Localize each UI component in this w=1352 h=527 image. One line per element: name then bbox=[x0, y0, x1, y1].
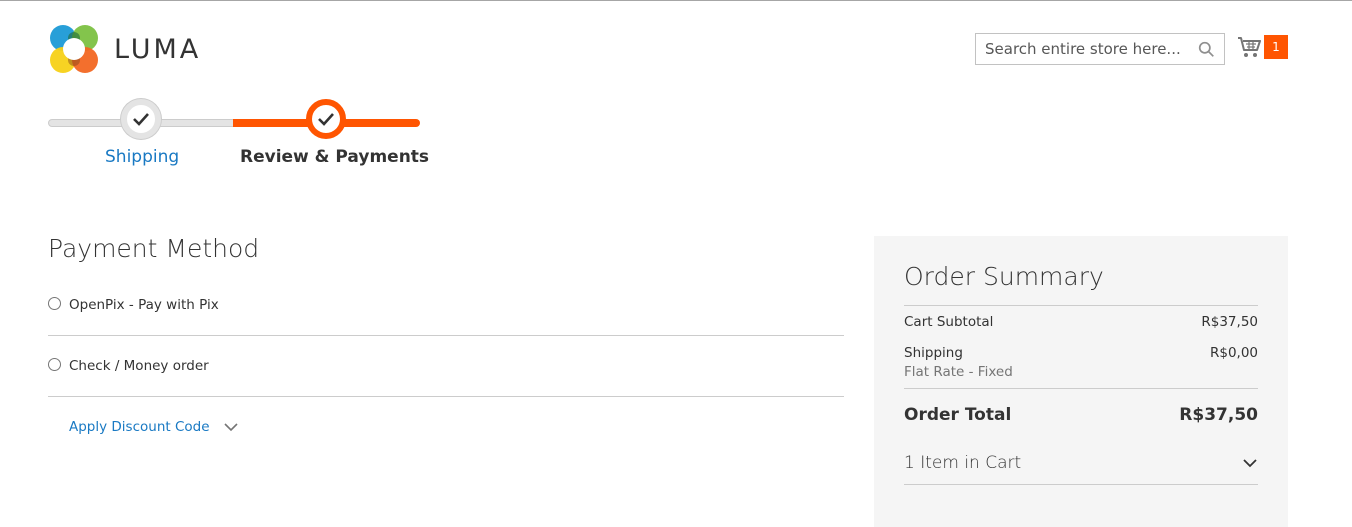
checkmark-icon bbox=[318, 113, 334, 126]
items-in-cart-toggle[interactable]: 1 Item in Cart bbox=[904, 453, 1258, 485]
shipping-value: R$0,00 bbox=[1209, 345, 1258, 361]
step-review-label: Review & Payments bbox=[240, 147, 430, 167]
shipping-method-note: Flat Rate - Fixed bbox=[904, 364, 1013, 380]
chevron-down-icon[interactable] bbox=[1242, 455, 1258, 471]
order-total-value: R$37,50 bbox=[1179, 405, 1258, 425]
payment-option-openpix[interactable]: OpenPix - Pay with Pix bbox=[48, 275, 844, 336]
shipping-label: Shipping bbox=[904, 345, 963, 361]
luma-logo[interactable]: LUMA bbox=[48, 23, 201, 75]
checkmo-label[interactable]: Check / Money order bbox=[69, 358, 209, 374]
items-in-cart-label[interactable]: 1 Item in Cart bbox=[904, 453, 1021, 473]
luma-logo-icon bbox=[50, 25, 98, 73]
checkmark-icon bbox=[133, 113, 149, 126]
subtotal-row: Cart Subtotal R$37,50 bbox=[904, 314, 1258, 330]
payment-method-section: Payment Method OpenPix - Pay with Pix Ch… bbox=[48, 233, 844, 457]
payment-option-checkmo[interactable]: Check / Money order bbox=[48, 336, 844, 397]
minicart[interactable]: 1 bbox=[1237, 35, 1288, 59]
cart-count-badge[interactable]: 1 bbox=[1264, 35, 1288, 59]
step-review-marker bbox=[306, 99, 346, 139]
summary-divider bbox=[904, 305, 1258, 306]
search-icon[interactable] bbox=[1198, 41, 1215, 58]
search-box[interactable] bbox=[975, 33, 1225, 65]
openpix-label[interactable]: OpenPix - Pay with Pix bbox=[69, 297, 219, 313]
subtotal-label: Cart Subtotal bbox=[904, 314, 994, 330]
discount-code-toggle[interactable]: Apply Discount Code bbox=[48, 397, 844, 457]
search-input[interactable] bbox=[976, 34, 1224, 64]
apply-discount-link[interactable]: Apply Discount Code bbox=[69, 419, 210, 435]
order-total-label: Order Total bbox=[904, 405, 1012, 425]
order-summary-panel: Order Summary Cart Subtotal R$37,50 Ship… bbox=[874, 236, 1288, 527]
checkmo-radio[interactable] bbox=[48, 358, 61, 371]
order-total-row: Order Total R$37,50 bbox=[904, 405, 1258, 425]
order-summary-title: Order Summary bbox=[904, 262, 1104, 291]
step-shipping-marker[interactable] bbox=[121, 99, 161, 139]
totals-divider bbox=[904, 388, 1258, 389]
shopping-cart-icon[interactable] bbox=[1237, 35, 1261, 59]
openpix-radio[interactable] bbox=[48, 297, 61, 310]
shipping-row: Shipping R$0,00 bbox=[904, 345, 1258, 361]
payment-method-title: Payment Method bbox=[48, 234, 260, 263]
checkout-progress-bar: Shipping Review & Payments bbox=[48, 97, 429, 177]
subtotal-value: R$37,50 bbox=[1201, 314, 1258, 330]
chevron-down-icon[interactable] bbox=[223, 419, 239, 435]
step-shipping-link[interactable]: Shipping bbox=[105, 147, 179, 167]
logo-text: LUMA bbox=[114, 34, 202, 65]
